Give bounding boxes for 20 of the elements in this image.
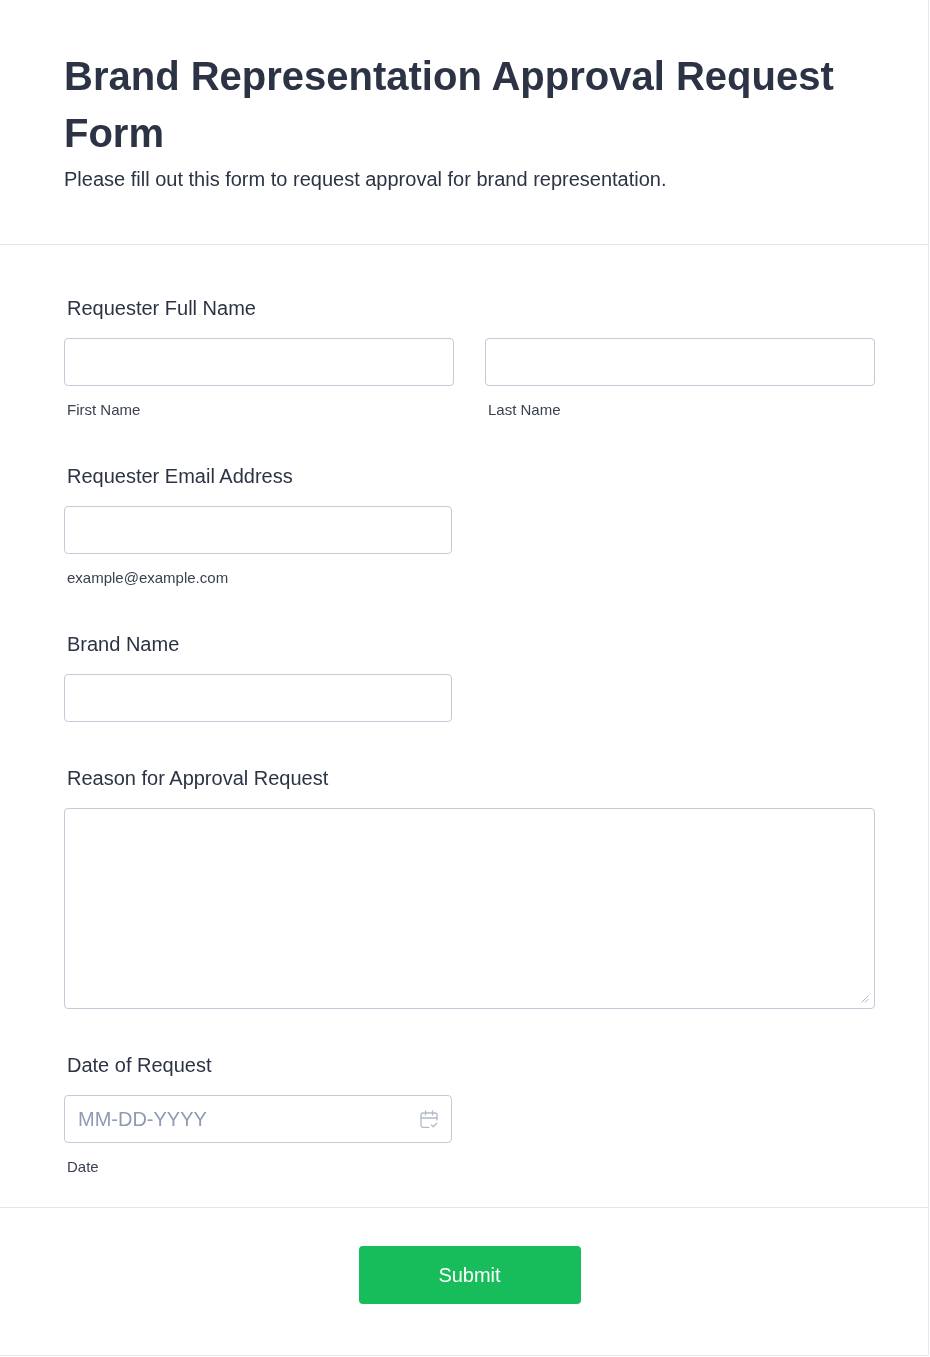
field-sublabel: First Name	[66, 400, 142, 420]
resize-handle-icon[interactable]	[861, 995, 869, 1003]
field-sublabel: Date	[66, 1157, 100, 1177]
field-label: Reason for Approval Request	[66, 766, 330, 790]
submit-button[interactable]: Submit	[358, 1246, 581, 1304]
calendar-icon[interactable]	[420, 1110, 438, 1129]
form-title: Brand Representation Approval Request Form	[64, 53, 835, 157]
textarea-field[interactable]	[64, 808, 875, 1009]
text-input[interactable]	[64, 506, 452, 554]
field-label: Requester Full Name	[66, 296, 257, 320]
text-input[interactable]	[64, 674, 452, 722]
field-sublabel: example@example.com	[66, 568, 230, 588]
form-description: Please fill out this form to request approval for brand representation.	[64, 167, 668, 192]
date-field[interactable]: MM-DD-YYYY	[64, 1095, 452, 1143]
field-label: Brand Name	[66, 632, 181, 656]
text-input[interactable]	[485, 338, 875, 386]
field-label: Date of Request	[66, 1053, 213, 1077]
field-sublabel: Last Name	[487, 400, 562, 420]
text-input[interactable]	[64, 338, 454, 386]
field-label: Requester Email Address	[66, 464, 294, 488]
